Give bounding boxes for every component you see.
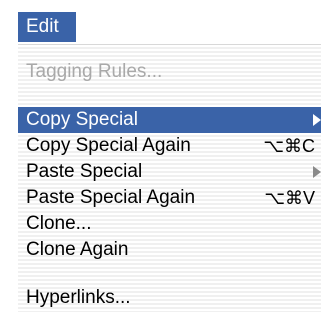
menu-item-clone[interactable]: Clone... — [18, 211, 321, 237]
menu-item-copy-special[interactable]: Copy Special — [18, 107, 321, 133]
edit-menu-title[interactable]: Edit — [18, 12, 76, 42]
menu-item-label: Copy Special Again — [26, 135, 191, 156]
menu-item-label: Clone Again — [26, 239, 129, 260]
menu-item-copy-special-again[interactable]: Copy Special Again ⌥⌘C — [18, 133, 321, 159]
edit-menu-screenshot: Edit Tagging Rules... Copy Special Copy … — [0, 0, 321, 312]
menu-item-shortcut: ⌥⌘V — [264, 188, 315, 208]
menu-item-label: Hyperlinks... — [26, 287, 131, 308]
menu-item-label: Clone... — [26, 213, 92, 234]
menu-item-hyperlinks[interactable]: Hyperlinks... — [18, 285, 321, 311]
menu-item-label: Copy Special — [26, 109, 138, 130]
menu-item-label: Paste Special Again — [26, 187, 196, 208]
menu-item-label: Paste Special — [26, 161, 143, 182]
menu-item-paste-special-again[interactable]: Paste Special Again ⌥⌘V — [18, 185, 321, 211]
menu-item-shortcut: ⌥⌘C — [263, 136, 315, 156]
menu-item-label: Tagging Rules... — [26, 61, 163, 82]
edit-menu-dropdown: Tagging Rules... Copy Special Copy Speci… — [18, 44, 321, 312]
submenu-arrow-icon — [313, 114, 321, 126]
menu-item-clone-again[interactable]: Clone Again — [18, 237, 321, 263]
menu-item-paste-special[interactable]: Paste Special — [18, 159, 321, 185]
submenu-arrow-icon — [313, 166, 321, 178]
menu-item-tagging-rules[interactable]: Tagging Rules... — [18, 59, 321, 85]
